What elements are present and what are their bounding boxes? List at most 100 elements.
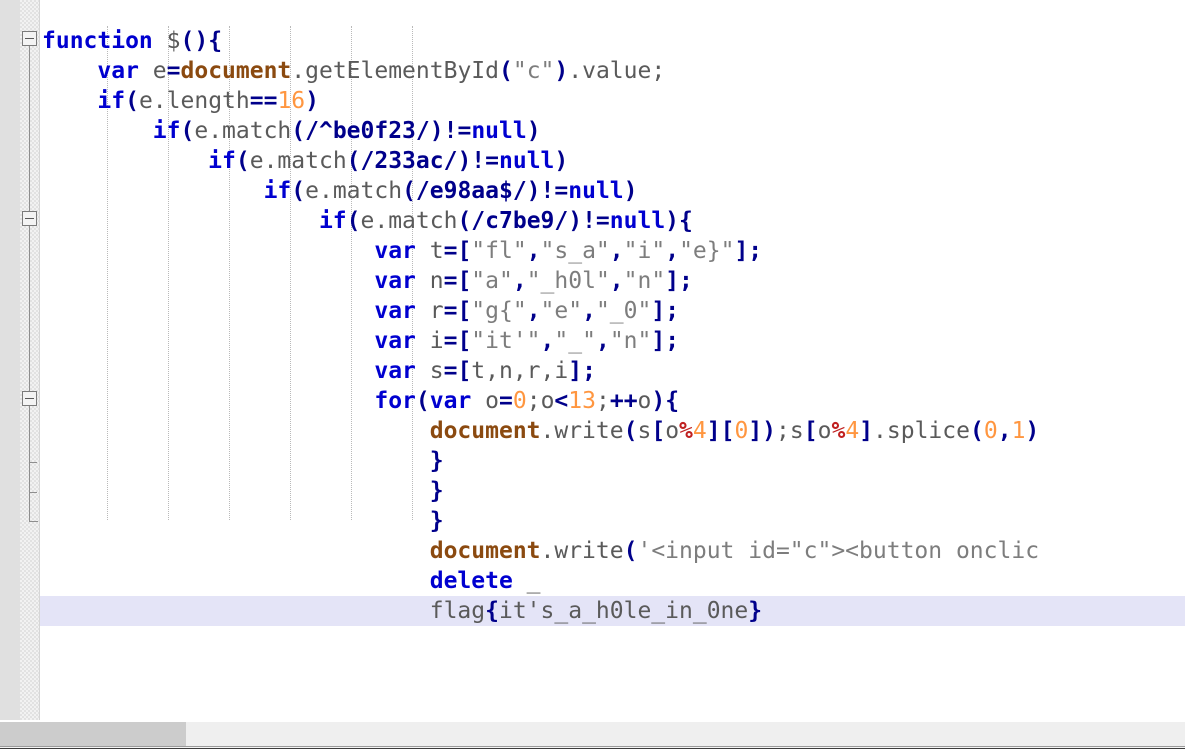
code-token: , <box>997 418 1012 444</box>
code-token: r <box>415 298 444 324</box>
code-token: "e" <box>540 298 583 324</box>
code-token: ( <box>969 418 984 444</box>
code-line[interactable]: var n=["a","_h0l","n"]; <box>42 266 1185 296</box>
fold-branch-tick <box>29 462 37 463</box>
code-line[interactable]: document.write(s[o%4][0]);s[o%4].splice(… <box>42 416 1185 446</box>
code-token: var <box>374 328 416 354</box>
code-line[interactable]: if(e.length==16) <box>42 86 1185 116</box>
code-token: ]; <box>568 358 596 384</box>
code-line[interactable]: if(e.match(/^be0f23/)!=null) <box>42 116 1185 146</box>
code-token: ( <box>415 388 430 414</box>
code-token: i <box>415 328 444 354</box>
code-token: "g{" <box>471 298 527 324</box>
code-token: "fl" <box>471 238 527 264</box>
code-token: e.match <box>360 208 458 234</box>
code-token: ]; <box>651 328 680 354</box>
code-token: (/^be0f23/) <box>291 118 444 144</box>
code-token: ]; <box>734 238 763 264</box>
code-editor-window[interactable]: function $(){ var e=document.getElementB… <box>0 0 1185 752</box>
code-line[interactable]: } <box>42 506 1185 536</box>
code-token: e.match <box>249 148 347 174</box>
code-token: "s_a" <box>540 238 610 264</box>
line-number-gutter <box>0 0 20 720</box>
code-token: ) <box>623 178 638 204</box>
source-code-block[interactable]: function $(){ var e=document.getElementB… <box>42 26 1185 626</box>
code-token: "c" <box>512 58 555 84</box>
code-token: (){ <box>180 28 223 54</box>
code-token: 0 <box>734 418 749 444</box>
code-text-area[interactable]: function $(){ var e=document.getElementB… <box>40 0 1185 720</box>
code-token: 13 <box>568 388 596 414</box>
code-token: = <box>166 58 181 84</box>
code-token: "e}" <box>679 238 735 264</box>
fold-marker-if-block-icon[interactable] <box>22 211 37 226</box>
fold-connector-line <box>29 406 30 522</box>
code-line[interactable]: for(var o=0;o<13;++o){ <box>42 386 1185 416</box>
code-line[interactable]: var e=document.getElementById("c").value… <box>42 56 1185 86</box>
code-line[interactable]: var i=["it'","_","n"]; <box>42 326 1185 356</box>
code-token: ( <box>125 88 139 114</box>
code-token: ( <box>291 178 306 204</box>
code-token: e.match <box>194 118 292 144</box>
code-token: { <box>485 598 499 624</box>
code-token: (/233ac/) <box>346 148 472 174</box>
code-token: "a" <box>471 268 513 294</box>
code-token: s <box>789 418 804 444</box>
code-line[interactable]: var r=["g{","e","_0"]; <box>42 296 1185 326</box>
code-token: } <box>748 598 763 624</box>
code-token: document <box>429 538 541 564</box>
code-token: , <box>609 268 624 294</box>
code-token: _ <box>512 568 541 594</box>
code-token: var <box>429 388 472 414</box>
code-token: .splice <box>873 418 970 444</box>
code-token: null <box>499 148 555 174</box>
code-folding-gutter[interactable] <box>20 0 40 720</box>
code-token: ( <box>623 418 638 444</box>
code-line[interactable]: document.write('<input id="c"><button on… <box>42 536 1185 566</box>
code-line[interactable]: var s=[t,n,r,i]; <box>42 356 1185 386</box>
fold-marker-for-loop-icon[interactable] <box>22 391 37 406</box>
code-token: function <box>42 28 153 54</box>
horizontal-scrollbar-thumb[interactable] <box>0 722 186 746</box>
code-token: , <box>609 238 624 264</box>
code-token: =[ <box>443 238 472 264</box>
code-line[interactable]: if(e.match(/e98aa$/)!=null) <box>42 176 1185 206</box>
code-line[interactable]: if(e.match(/233ac/)!=null) <box>42 146 1185 176</box>
code-token: , <box>595 328 610 354</box>
code-token: .write <box>540 538 624 564</box>
code-line[interactable]: var t=["fl","s_a","i","e}"]; <box>42 236 1185 266</box>
code-token: ) <box>554 58 569 84</box>
code-token: [ <box>803 418 818 444</box>
code-token: var <box>374 298 416 324</box>
code-token: delete <box>429 568 513 594</box>
fold-connector-line <box>29 226 30 398</box>
code-token: < <box>554 388 569 414</box>
code-token: ) <box>1025 418 1040 444</box>
code-token: if <box>208 148 236 174</box>
code-token: ;o <box>526 388 555 414</box>
code-token: == <box>249 88 278 114</box>
code-token: o <box>817 418 832 444</box>
code-token: =[ <box>443 298 472 324</box>
code-line[interactable]: } <box>42 446 1185 476</box>
code-token: "_0" <box>595 298 652 324</box>
code-line[interactable]: } <box>42 476 1185 506</box>
code-token: , <box>526 298 541 324</box>
code-line[interactable]: function $(){ <box>42 26 1185 56</box>
code-line[interactable]: flag{it's_a_h0le_in_0ne} <box>42 596 1185 626</box>
code-line[interactable]: if(e.match(/c7be9/)!=null){ <box>42 206 1185 236</box>
code-token: } <box>429 478 444 504</box>
code-token: var <box>374 238 416 264</box>
code-token: .value; <box>568 58 666 84</box>
code-token: "it'" <box>471 328 541 354</box>
code-token: "n" <box>623 268 666 294</box>
code-line[interactable]: delete _ <box>42 566 1185 596</box>
code-token: t,n,r,i <box>471 358 569 384</box>
fold-marker-function-icon[interactable] <box>22 31 37 46</box>
code-token: =[ <box>443 358 472 384</box>
